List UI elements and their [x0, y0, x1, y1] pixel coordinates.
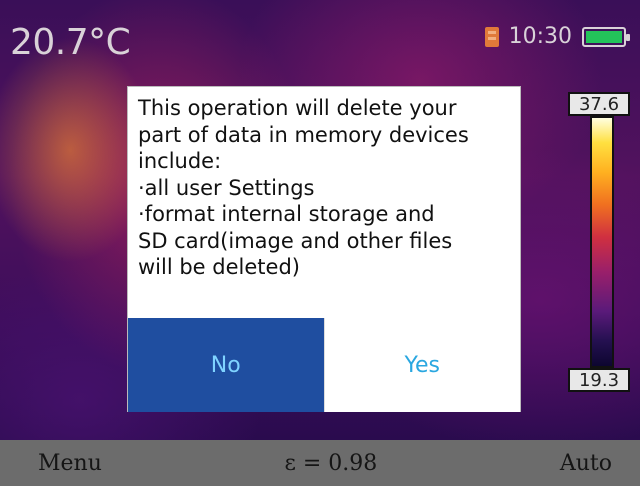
emissivity-value[interactable]: ε = 0.98	[284, 451, 377, 476]
auto-mode-button[interactable]: Auto	[560, 451, 612, 476]
no-button[interactable]: No	[128, 318, 324, 412]
dialog-message-line: ·format internal storage and	[138, 202, 435, 226]
scale-max-label: 37.6	[568, 92, 630, 116]
battery-icon	[582, 26, 630, 47]
dialog-message: This operation will delete your part of …	[138, 95, 512, 281]
dialog-message-line: This operation will delete your	[138, 96, 457, 120]
dialog-message-line: SD card(image and other files	[138, 228, 453, 253]
bottom-bar: Menu ε = 0.98 Auto	[0, 440, 640, 486]
menu-button[interactable]: Menu	[38, 451, 102, 476]
sd-card-icon	[484, 26, 499, 47]
yes-button[interactable]: Yes	[323, 318, 520, 412]
status-bar: 10:30	[484, 24, 630, 49]
dialog-message-line: will be deleted)	[138, 255, 300, 279]
confirm-dialog: This operation will delete your part of …	[127, 86, 521, 412]
dialog-message-line: part of data in memory devices	[138, 122, 469, 147]
center-temperature-readout: 20.7°C	[10, 22, 131, 63]
dialog-buttons: No Yes	[128, 318, 520, 412]
dialog-message-line: include:	[138, 149, 222, 173]
dialog-message-line: ·all user Settings	[138, 175, 315, 200]
clock: 10:30	[508, 24, 572, 49]
scale-min-label: 19.3	[568, 368, 630, 392]
battery-level	[586, 30, 622, 43]
color-scale-bar	[590, 116, 614, 368]
